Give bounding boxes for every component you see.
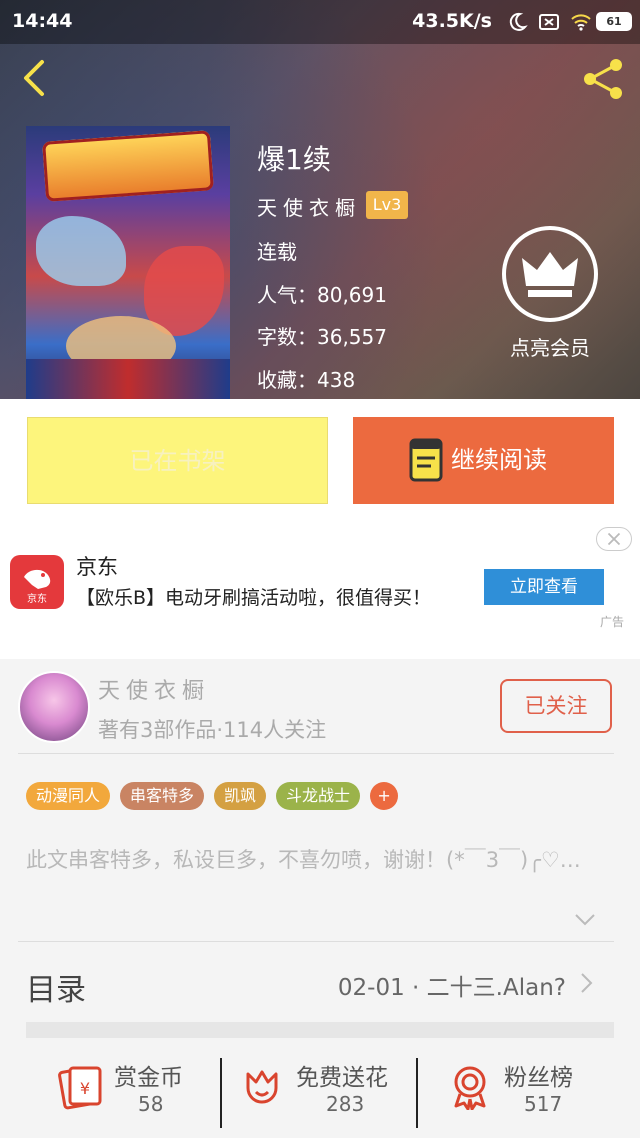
book-detail: 天使衣橱 著有3部作品·114人关注 已关注 动漫同人 串客特多 凯飒 斗龙战士…	[0, 659, 640, 1138]
reward-coins-label: 赏金币	[114, 1065, 183, 1091]
action-bar: 已在书架 继续阅读	[0, 399, 640, 521]
tag-list: 动漫同人 串客特多 凯飒 斗龙战士 +	[26, 782, 399, 810]
author-name[interactable]: 天使衣橱	[98, 673, 210, 705]
flower-icon	[246, 1070, 278, 1104]
author-avatar[interactable]	[18, 671, 90, 743]
book-description: 此文串客特多，私设巨多，不喜勿喷，谢谢！(*￣3￣)╭♡…	[26, 848, 581, 872]
vip-label[interactable]: 点亮会员	[500, 332, 600, 361]
author-stats: 著有3部作品·114人关注	[98, 718, 327, 742]
stats-bar: ¥ 赏金币 58 免费送花 283 粉丝榜 517	[0, 1048, 640, 1138]
tag-item[interactable]: 动漫同人	[26, 782, 111, 810]
medal-icon	[454, 1066, 486, 1110]
moon-icon	[509, 12, 528, 31]
close-icon	[607, 532, 621, 546]
add-tag-button[interactable]: +	[370, 782, 399, 810]
send-flowers-count: 283	[326, 1092, 365, 1116]
latest-chapter[interactable]: 02-01 · 二十三.Alan?	[338, 968, 566, 1002]
toc-label[interactable]: 目录	[26, 965, 86, 1009]
battery-icon: 61	[596, 12, 632, 31]
author-level-badge: Lv3	[366, 191, 408, 219]
book-favorites: 收藏：438	[257, 368, 356, 392]
divider	[220, 1058, 222, 1128]
chevron-down-icon[interactable]	[574, 913, 596, 927]
send-flowers-label: 免费送花	[296, 1065, 388, 1091]
follow-button[interactable]: 已关注	[500, 679, 612, 733]
svg-text:¥: ¥	[80, 1079, 90, 1098]
ad-logo-text: 京东	[27, 594, 47, 605]
continue-reading-button[interactable]: 继续阅读	[353, 417, 614, 504]
ad-close-button[interactable]	[596, 527, 632, 551]
divider	[18, 941, 614, 942]
jd-logo: 京东	[10, 555, 64, 609]
book-word-count: 字数：36,557	[257, 325, 387, 349]
reward-coins-button[interactable]: ¥ 赏金币 58	[56, 1048, 256, 1128]
crown-icon	[522, 252, 578, 297]
red-envelope-icon: ¥	[58, 1066, 102, 1110]
back-arrow-icon[interactable]	[18, 58, 50, 98]
fan-ranking-button[interactable]: 粉丝榜 517	[446, 1048, 640, 1128]
book-header: 14:44 43.5K/s 61 爆1续 天使衣橱 Lv3 连载 人气：80,6…	[0, 0, 640, 399]
divider	[18, 753, 614, 754]
network-speed: 43.5K/s	[412, 10, 492, 32]
shelf-button[interactable]: 已在书架	[27, 417, 328, 504]
ad-view-button[interactable]: 立即查看	[484, 569, 604, 605]
book-icon	[409, 438, 443, 482]
share-icon[interactable]	[580, 56, 626, 102]
continue-reading-label: 继续阅读	[451, 446, 547, 474]
book-popularity: 人气：80,691	[257, 283, 387, 307]
status-bar: 14:44 43.5K/s 61	[0, 0, 640, 44]
sim-off-icon	[539, 14, 559, 30]
chevron-right-icon[interactable]	[580, 972, 594, 994]
fan-ranking-label: 粉丝榜	[504, 1065, 573, 1091]
status-time: 14:44	[12, 10, 73, 32]
book-cover[interactable]	[26, 126, 230, 399]
wifi-icon	[571, 14, 591, 31]
vip-button[interactable]	[502, 226, 598, 322]
book-status: 连载	[257, 240, 297, 264]
reward-coins-count: 58	[138, 1092, 164, 1116]
send-flowers-button[interactable]: 免费送花 283	[238, 1048, 438, 1128]
tag-item[interactable]: 斗龙战士	[276, 782, 361, 810]
tag-item[interactable]: 串客特多	[120, 782, 205, 810]
book-author[interactable]: 天使衣橱	[257, 192, 361, 221]
ad-tag: 广告	[600, 615, 625, 629]
ad-brand: 京东	[76, 555, 118, 579]
tag-item[interactable]: 凯飒	[214, 782, 267, 810]
ad-description: 【欧乐B】电动牙刷搞活动啦，很值得买！	[76, 587, 432, 609]
ad-banner[interactable]: 京东 京东 【欧乐B】电动牙刷搞活动啦，很值得买！ 立即查看 广告	[0, 521, 640, 659]
divider	[416, 1058, 418, 1128]
fan-ranking-count: 517	[524, 1092, 563, 1116]
book-title: 爆1续	[257, 143, 331, 176]
section-separator	[26, 1022, 614, 1038]
